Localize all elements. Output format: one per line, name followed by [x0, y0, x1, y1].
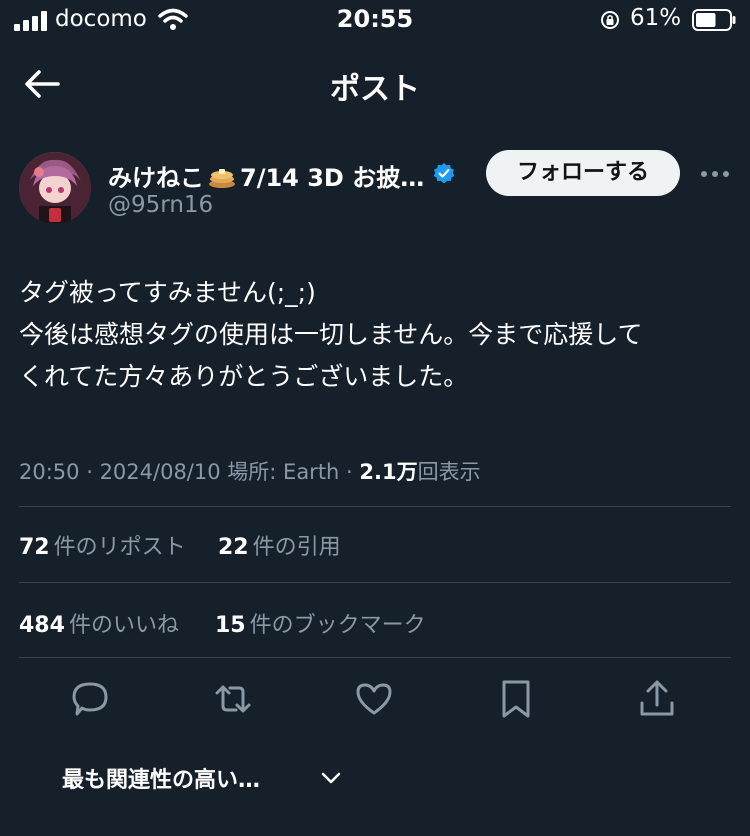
author-name-suffix: 7/14 3D お披… — [240, 164, 425, 192]
quotes-stat[interactable]: 22 件の引用 — [218, 529, 341, 561]
divider — [19, 582, 731, 583]
more-options-icon[interactable] — [700, 170, 730, 178]
likes-stat[interactable]: 484 件のいいね — [19, 607, 179, 639]
quotes-label: 件の引用 — [252, 535, 341, 560]
sort-replies-button[interactable]: 最も関連性の高い… — [62, 762, 260, 794]
avatar-illustration — [19, 152, 91, 224]
follow-button[interactable]: フォローする — [486, 150, 680, 196]
post-time[interactable]: 20:50 — [19, 460, 80, 484]
author-name[interactable]: みけねこ 7/14 3D お披… — [108, 158, 424, 193]
quotes-count: 22 — [218, 535, 249, 560]
post-line: 今後は感想タグの使用は一切しません。今まで応援して — [19, 320, 643, 349]
status-time: 20:55 — [336, 5, 414, 33]
wifi-icon — [158, 8, 188, 30]
views-count: 2.1万 — [359, 460, 418, 484]
carrier-name: docomo — [55, 6, 147, 32]
reposts-label: 件のリポスト — [53, 535, 186, 560]
chevron-down-icon[interactable] — [320, 768, 342, 788]
verified-badge-icon[interactable] — [432, 162, 456, 186]
likes-label: 件のいいね — [68, 613, 179, 638]
reposts-stat[interactable]: 72 件のリポスト — [19, 529, 186, 561]
bookmark-icon[interactable] — [496, 679, 536, 719]
orientation-lock-icon — [601, 11, 619, 29]
arrow-left-icon[interactable] — [22, 64, 62, 104]
post-text: タグ被ってすみません(;_;) 今後は感想タグの使用は一切しません。今まで応援し… — [19, 272, 734, 398]
battery-icon — [692, 9, 736, 31]
post-line: くれてた方々ありがとうございました。 — [19, 362, 469, 391]
like-icon[interactable] — [354, 679, 394, 719]
signal-icon — [14, 11, 47, 31]
share-icon[interactable] — [637, 679, 677, 719]
views-label: 回表示 — [417, 460, 481, 484]
post-meta: 20:50 · 2024/08/10 場所: Earth · 2.1万回表示 — [19, 460, 481, 484]
bookmarks-stat[interactable]: 15 件のブックマーク — [215, 607, 426, 639]
bookmarks-count: 15 — [215, 613, 246, 638]
bookmarks-label: 件のブックマーク — [249, 613, 426, 638]
reposts-count: 72 — [19, 535, 50, 560]
divider — [19, 506, 731, 507]
divider — [19, 657, 731, 658]
reply-icon[interactable] — [70, 679, 110, 719]
author-name-prefix: みけねこ — [108, 164, 204, 192]
repost-icon[interactable] — [213, 679, 253, 719]
post-line: タグ被ってすみません(;_;) — [19, 278, 316, 307]
post-date[interactable]: 2024/08/10 — [100, 460, 221, 484]
avatar[interactable] — [19, 152, 91, 224]
status-bar: docomo 20:55 61% — [0, 0, 750, 42]
page-title: ポスト — [330, 72, 420, 107]
pancake-icon — [209, 169, 235, 188]
post-location: 場所: Earth — [227, 460, 340, 484]
likes-count: 484 — [19, 613, 65, 638]
author-handle[interactable]: @95rn16 — [108, 192, 213, 218]
battery-percent: 61% — [630, 5, 682, 31]
